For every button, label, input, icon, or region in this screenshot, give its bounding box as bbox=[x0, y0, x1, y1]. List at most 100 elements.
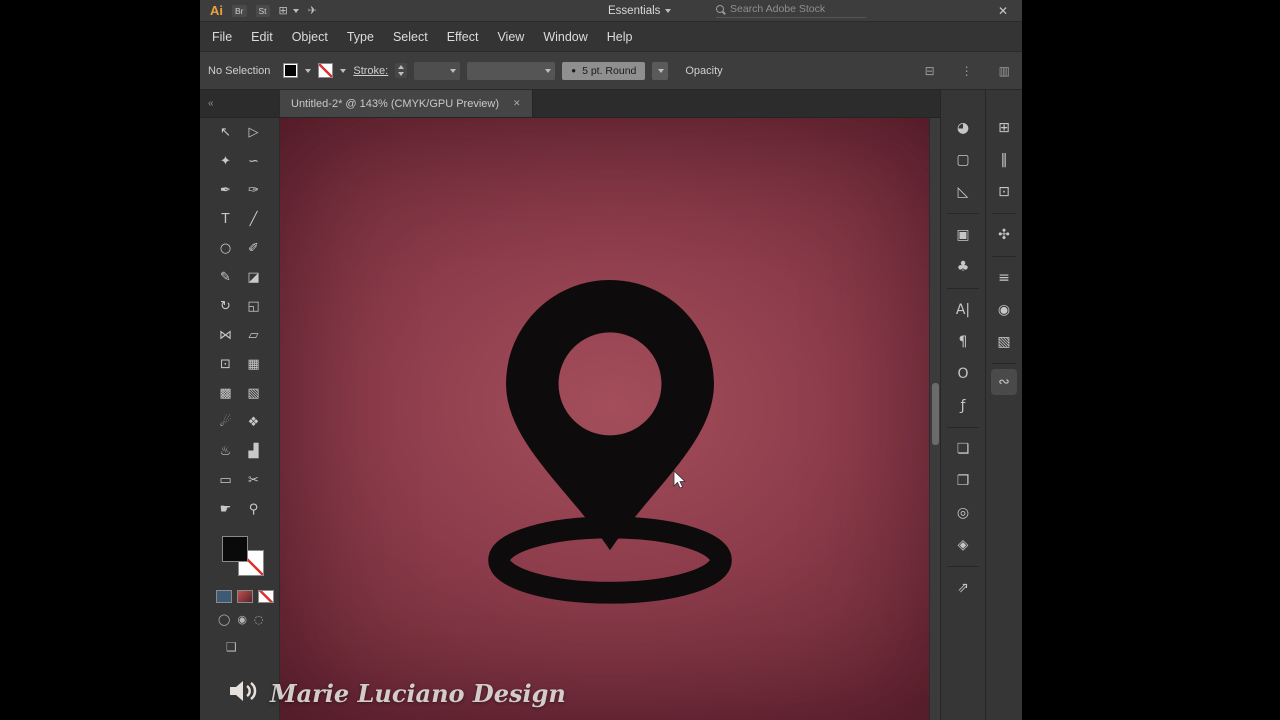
lasso-tool[interactable]: ∽ bbox=[240, 147, 268, 176]
stroke-dropdown-icon[interactable] bbox=[340, 68, 347, 73]
fill-swatch[interactable] bbox=[222, 536, 248, 562]
menu-help[interactable]: Help bbox=[607, 30, 633, 44]
perspective-grid-tool[interactable]: ▦ bbox=[240, 350, 268, 379]
draw-behind-mode-button[interactable]: ◉ bbox=[237, 613, 247, 626]
workspace-switcher[interactable]: Essentials bbox=[608, 5, 672, 17]
shape-builder-tool[interactable]: ⊡ bbox=[212, 350, 240, 379]
stroke-color-swatch[interactable] bbox=[318, 63, 334, 78]
gradient-tool[interactable]: ▧ bbox=[240, 379, 268, 408]
fill-color-swatch[interactable] bbox=[283, 63, 299, 78]
none-button[interactable] bbox=[258, 590, 274, 603]
scale-tool[interactable]: ◱ bbox=[240, 292, 268, 321]
pin-svg bbox=[488, 279, 732, 604]
libraries-panel-icon[interactable]: ▢ bbox=[941, 144, 985, 176]
graphic-styles-panel-icon[interactable]: ∾ bbox=[991, 369, 1017, 395]
line-segment-tool[interactable]: ╱ bbox=[240, 205, 268, 234]
screen-mode-button[interactable]: ❑ bbox=[226, 640, 237, 654]
search-placeholder: Search Adobe Stock bbox=[730, 3, 826, 15]
panel-group-divider bbox=[947, 566, 979, 567]
hand-tool[interactable]: ☛ bbox=[212, 495, 240, 524]
menu-window[interactable]: Window bbox=[543, 30, 587, 44]
artboards-panel-icon[interactable]: ❏ bbox=[941, 433, 985, 465]
opentype-panel-icon[interactable]: O bbox=[941, 358, 985, 390]
mesh-tool[interactable]: ▩ bbox=[212, 379, 240, 408]
paragraph-panel-icon[interactable]: ¶ bbox=[941, 326, 985, 358]
draw-normal-mode-button[interactable]: ◯ bbox=[218, 613, 230, 626]
menu-type[interactable]: Type bbox=[347, 30, 374, 44]
brush-definition-dropdown[interactable]: ● 5 pt. Round bbox=[562, 61, 646, 80]
artboard-tool[interactable]: ▭ bbox=[212, 466, 240, 495]
transform-panel-icon[interactable]: ⊞ bbox=[986, 112, 1022, 144]
rotate-tool[interactable]: ↻ bbox=[212, 292, 240, 321]
document-tab[interactable]: Untitled-2* @ 143% (CMYK/GPU Preview) ✕ bbox=[280, 90, 533, 117]
arrange-documents-icon[interactable]: ⊞ bbox=[279, 4, 299, 17]
dock-grid-icon[interactable]: ⊟ bbox=[925, 64, 935, 78]
pathfinder-panel-icon[interactable]: ⊡ bbox=[986, 176, 1022, 208]
pen-tool[interactable]: ✒ bbox=[212, 176, 240, 205]
pencil-tool[interactable]: ✎ bbox=[212, 263, 240, 292]
scrollbar-thumb[interactable] bbox=[932, 383, 939, 445]
blend-tool[interactable]: ❖ bbox=[240, 408, 268, 437]
menu-object[interactable]: Object bbox=[292, 30, 328, 44]
color-button[interactable] bbox=[216, 590, 232, 603]
column-graph-tool[interactable]: ▟ bbox=[240, 437, 268, 466]
stroke-panel-icon[interactable]: ≡ bbox=[986, 262, 1022, 294]
symbol-sprayer-tool[interactable]: ♨ bbox=[212, 437, 240, 466]
align-panel-icon[interactable]: ‖ bbox=[986, 144, 1022, 176]
symbols-panel-icon[interactable]: ♣ bbox=[941, 251, 985, 283]
menu-effect[interactable]: Effect bbox=[447, 30, 479, 44]
mouse-cursor bbox=[673, 470, 686, 494]
menu-view[interactable]: View bbox=[497, 30, 524, 44]
free-transform-tool[interactable]: ▱ bbox=[240, 321, 268, 350]
ellipse-tool[interactable]: ○ bbox=[212, 234, 240, 263]
gradient-panel-icon[interactable]: ◉ bbox=[986, 294, 1022, 326]
opacity-label[interactable]: Opacity bbox=[685, 65, 722, 77]
slice-tool[interactable]: ✂ bbox=[240, 466, 268, 495]
eyedropper-tool[interactable]: ☄ bbox=[212, 408, 240, 437]
stock-icon[interactable]: St bbox=[255, 4, 270, 17]
share-icon[interactable]: ✈ bbox=[308, 4, 317, 17]
stroke-weight-stepper[interactable] bbox=[395, 63, 408, 78]
menu-select[interactable]: Select bbox=[393, 30, 428, 44]
export-panel-icon[interactable]: ⇗ bbox=[941, 572, 985, 604]
stroke-weight-dropdown[interactable] bbox=[414, 61, 461, 80]
stock-search-input[interactable]: Search Adobe Stock bbox=[716, 3, 866, 18]
dock-columns-icon[interactable]: ▥ bbox=[999, 64, 1010, 78]
transparency-panel-icon[interactable]: ▧ bbox=[986, 326, 1022, 358]
magic-wand-tool[interactable]: ✦ bbox=[212, 147, 240, 176]
curvature-tool[interactable]: ✑ bbox=[240, 176, 268, 205]
brushes-panel-icon[interactable]: ✣ bbox=[986, 219, 1022, 251]
image-trace-panel-icon[interactable]: ▣ bbox=[941, 219, 985, 251]
shaper-tool[interactable]: ◪ bbox=[240, 263, 268, 292]
layers-panel-icon[interactable]: ◈ bbox=[941, 529, 985, 561]
appearance-panel-icon[interactable]: ◎ bbox=[941, 497, 985, 529]
character-panel-icon[interactable]: A| bbox=[941, 294, 985, 326]
collapse-tools-button[interactable]: « bbox=[208, 98, 214, 109]
tab-close-icon[interactable]: ✕ bbox=[513, 98, 521, 109]
canvas-artboard[interactable] bbox=[280, 118, 940, 720]
brush-dropdown-arrow[interactable] bbox=[652, 61, 669, 80]
fill-dropdown-icon[interactable] bbox=[305, 68, 312, 73]
dock-flow-icon[interactable]: ⋮ bbox=[961, 64, 973, 78]
menu-file[interactable]: File bbox=[212, 30, 232, 44]
glyphs-panel-icon[interactable]: ƒ bbox=[941, 390, 985, 422]
paintbrush-tool[interactable]: ✐ bbox=[240, 234, 268, 263]
type-tool[interactable]: T bbox=[212, 205, 240, 234]
zoom-tool[interactable]: ⚲ bbox=[240, 495, 268, 524]
vertical-scrollbar[interactable] bbox=[929, 118, 940, 720]
close-button[interactable]: ✕ bbox=[998, 4, 1008, 18]
color-panel-icon[interactable]: ◕ bbox=[941, 112, 985, 144]
selection-tool[interactable]: ↖ bbox=[212, 118, 240, 147]
location-pin-artwork[interactable] bbox=[488, 275, 732, 604]
draw-inside-mode-button[interactable]: ◌ bbox=[254, 613, 264, 626]
illustrator-window: Ai Br St ⊞ ✈ Essentials Search Adobe Sto… bbox=[200, 0, 1022, 720]
menu-edit[interactable]: Edit bbox=[251, 30, 273, 44]
width-tool[interactable]: ⋈ bbox=[212, 321, 240, 350]
gradient-button[interactable] bbox=[237, 590, 253, 603]
direct-selection-tool[interactable]: ▷ bbox=[240, 118, 268, 147]
color-guide-panel-icon[interactable]: ◺ bbox=[941, 176, 985, 208]
stroke-label[interactable]: Stroke: bbox=[353, 65, 388, 77]
asset-export-panel-icon[interactable]: ❐ bbox=[941, 465, 985, 497]
bridge-icon[interactable]: Br bbox=[232, 4, 247, 17]
width-profile-dropdown[interactable] bbox=[467, 61, 556, 80]
